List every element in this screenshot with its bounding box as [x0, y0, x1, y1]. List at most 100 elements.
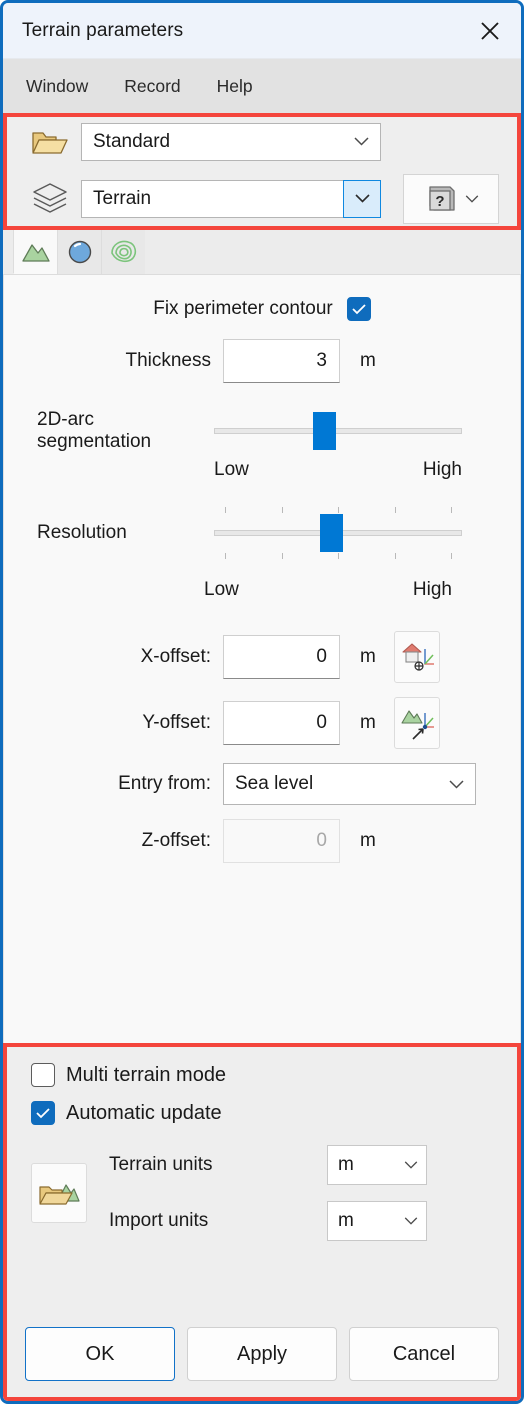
folder-open-icon [19, 120, 81, 164]
import-units-select[interactable]: m [327, 1201, 427, 1241]
apply-button[interactable]: Apply [187, 1327, 337, 1381]
arc-segmentation-label-line2: segmentation [37, 431, 152, 452]
entry-from-value: Sea level [235, 773, 314, 794]
chevron-down-icon [396, 1217, 426, 1225]
arc-segmentation-row: 2D-arc segmentation [4, 409, 520, 453]
multi-terrain-checkbox[interactable] [31, 1063, 55, 1087]
resolution-row: Resolution [4, 507, 520, 559]
z-offset-input: 0 [223, 819, 340, 863]
entry-from-label: Entry from: [118, 773, 211, 794]
template-select-value: Standard [93, 130, 171, 152]
automatic-update-checkbox[interactable] [31, 1101, 55, 1125]
tab-terrain[interactable] [13, 229, 57, 274]
x-offset-label: X-offset: [140, 646, 211, 667]
selector-panel: Standard Terrain ? [3, 113, 521, 230]
z-offset-row: Z-offset: 0 m [4, 819, 520, 863]
pick-terrain-point-button[interactable] [393, 697, 440, 749]
dialog-button-row: OK Apply Cancel [21, 1327, 503, 1383]
x-offset-input[interactable]: 0 [223, 635, 340, 679]
multi-terrain-row: Multi terrain mode [21, 1063, 503, 1087]
menu-bar: Window Record Help [3, 59, 521, 113]
y-offset-row: Y-offset: 0 m [4, 697, 520, 749]
chevron-down-icon [465, 190, 479, 208]
cancel-button[interactable]: Cancel [349, 1327, 499, 1381]
automatic-update-row: Automatic update [21, 1101, 503, 1125]
entry-from-row: Entry from: Sea level [4, 763, 520, 805]
resolution-high-label: High [412, 579, 452, 600]
resolution-label: Resolution [37, 522, 127, 543]
import-terrain-button[interactable] [31, 1163, 87, 1223]
template-select[interactable]: Standard [81, 122, 381, 161]
terrain-parameters-dialog: Terrain parameters Window Record Help St… [0, 0, 524, 1404]
arc-segmentation-label-line1: 2D-arc [37, 409, 95, 430]
page-title: Terrain parameters [22, 19, 184, 41]
fix-perimeter-label: Fix perimeter contour [153, 298, 333, 319]
z-offset-unit: m [360, 830, 376, 851]
thickness-row: Thickness 3 m [4, 339, 520, 383]
import-terrain-icon [39, 1184, 80, 1205]
y-offset-input[interactable]: 0 [223, 701, 340, 745]
pick-house-origin-button[interactable] [393, 631, 440, 683]
close-icon[interactable] [473, 14, 507, 48]
x-offset-row: X-offset: 0 m [4, 631, 520, 683]
terrain-units-label: Terrain units [109, 1154, 213, 1175]
tab-sphere[interactable] [57, 229, 101, 274]
mountain-icon [21, 243, 50, 262]
terrain-units-value: m [338, 1154, 354, 1175]
options-and-actions-panel: Multi terrain mode Automatic update Terr… [3, 1043, 521, 1401]
y-offset-unit: m [360, 712, 376, 733]
tab-contour[interactable] [101, 229, 145, 274]
units-block: Terrain units m Import units m [21, 1145, 503, 1241]
automatic-update-label: Automatic update [66, 1101, 222, 1124]
entry-from-select[interactable]: Sea level [223, 763, 476, 805]
arc-segmentation-high-label: High [422, 459, 462, 480]
terrain-tab-panel: Fix perimeter contour Thickness 3 m 2D-a… [3, 275, 521, 1043]
help-book-icon: ? [429, 185, 455, 211]
slider-ticks-bottom [214, 553, 462, 559]
resolution-slider[interactable] [214, 507, 462, 559]
y-offset-label: Y-offset: [142, 712, 211, 733]
x-offset-unit: m [360, 646, 376, 667]
terrain-units-select[interactable]: m [327, 1145, 427, 1185]
fix-perimeter-row: Fix perimeter contour [4, 297, 520, 321]
chevron-down-icon [437, 764, 475, 804]
terrain-row: Terrain ? [19, 173, 505, 224]
title-bar: Terrain parameters [3, 3, 521, 59]
thickness-label: Thickness [125, 350, 211, 371]
slider-thumb[interactable] [313, 412, 336, 450]
blue-sphere-icon [68, 240, 91, 264]
menu-item-help[interactable]: Help [213, 73, 257, 100]
chevron-down-icon [396, 1161, 426, 1169]
import-units-row: Import units m [109, 1201, 503, 1241]
arc-segmentation-scale-labels: Low High [214, 459, 462, 481]
thickness-unit: m [360, 350, 376, 371]
tab-strip [3, 229, 521, 275]
help-button[interactable]: ? [403, 173, 499, 224]
thickness-input[interactable]: 3 [223, 339, 340, 383]
resolution-low-label: Low [204, 579, 239, 600]
chevron-down-icon[interactable] [343, 179, 381, 218]
z-offset-label: Z-offset: [141, 830, 211, 851]
standard-row: Standard [19, 120, 505, 164]
ok-button[interactable]: OK [25, 1327, 175, 1381]
resolution-scale-labels: Low High [204, 579, 452, 601]
terrain-select[interactable]: Terrain [81, 179, 381, 218]
pick-terrain-point-icon [401, 710, 434, 740]
contour-lines-icon [110, 240, 136, 263]
chevron-down-icon [342, 124, 380, 160]
arc-segmentation-slider[interactable] [214, 412, 462, 450]
fix-perimeter-checkbox[interactable] [346, 297, 371, 321]
pick-house-origin-icon [402, 643, 434, 671]
svg-text:?: ? [435, 193, 444, 210]
menu-item-record[interactable]: Record [120, 73, 184, 100]
terrain-units-row: Terrain units m [109, 1145, 503, 1185]
slider-thumb[interactable] [319, 514, 343, 552]
import-units-label: Import units [109, 1210, 209, 1231]
multi-terrain-label: Multi terrain mode [66, 1063, 227, 1086]
slider-ticks-top [214, 507, 462, 513]
slider-track [214, 428, 462, 434]
terrain-select-value: Terrain [93, 187, 152, 209]
menu-item-window[interactable]: Window [22, 73, 92, 100]
arc-segmentation-low-label: Low [214, 459, 249, 480]
layers-icon [19, 177, 81, 221]
